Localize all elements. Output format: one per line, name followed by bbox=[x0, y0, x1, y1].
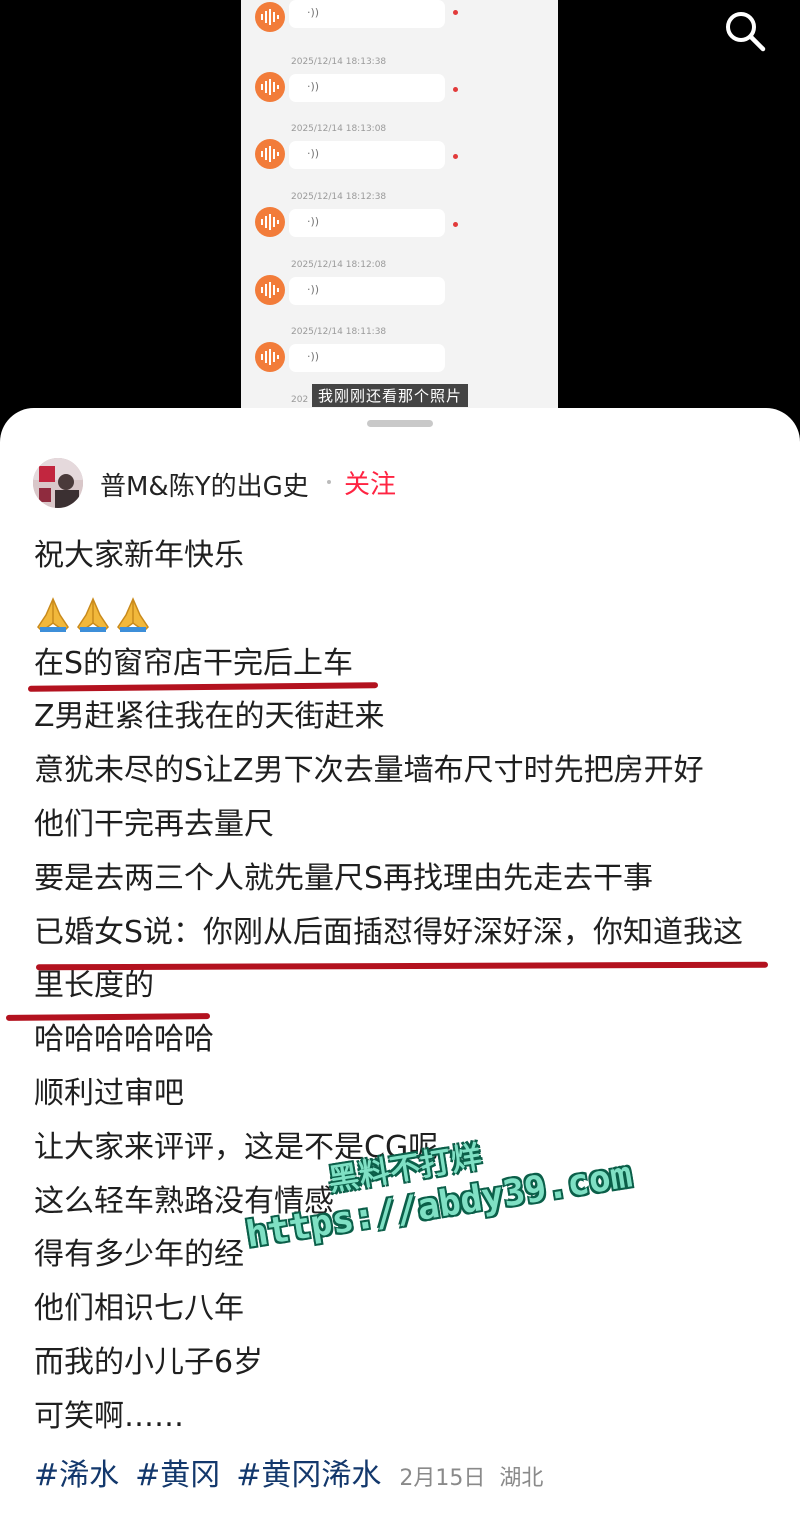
unread-dot bbox=[453, 222, 458, 227]
folded-hands-icon bbox=[117, 596, 149, 632]
voice-bubble[interactable]: ·)) bbox=[289, 277, 445, 305]
voice-bubble[interactable]: ·)) bbox=[289, 141, 445, 169]
post-line: 而我的小儿子6岁 bbox=[34, 1344, 264, 1380]
post-line: 哈哈哈哈哈哈 bbox=[34, 1022, 214, 1058]
embedded-chat-screenshot: ·)) 2025/12/14 18:13:38 ·)) 2025/12/14 1… bbox=[241, 0, 558, 410]
author-name[interactable]: 普M&陈Y的出G史 bbox=[100, 466, 309, 503]
post-line: 这么轻车熟路没有情感 bbox=[34, 1183, 334, 1219]
post-body: 祝大家新年快乐 在S的窗帘店干完后上车 Z男赶紧往我在的天街赶来 意犹未尽的S让… bbox=[34, 534, 774, 1449]
post-line: 祝大家新年快乐 bbox=[34, 538, 244, 573]
post-location: 湖北 bbox=[499, 1466, 544, 1491]
voice-message-icon bbox=[255, 207, 285, 237]
avatar-image bbox=[33, 458, 83, 508]
drag-handle[interactable] bbox=[367, 420, 433, 427]
post-line-emoji bbox=[34, 588, 774, 642]
voice-message: 2025/12/14 18:12:08 ·)) bbox=[241, 260, 558, 327]
message-timestamp: 2025/12/14 18:11:38 bbox=[291, 327, 387, 337]
voice-bubble[interactable]: ·)) bbox=[289, 209, 445, 237]
post-line: 顺利过审吧 bbox=[34, 1075, 184, 1111]
message-timestamp: 2025/12/14 18:13:08 bbox=[291, 124, 387, 134]
voice-message-icon bbox=[255, 139, 285, 169]
post-line: 他们干完再去量尺 bbox=[34, 806, 274, 842]
voice-message: 2025/12/14 18:13:08 ·)) bbox=[241, 124, 558, 191]
post-footer: #浠水 #黄冈 #黄冈浠水 2月15日 湖北 bbox=[34, 1450, 555, 1494]
sound-wave-icon: ·)) bbox=[307, 147, 320, 160]
post-line: Z男赶紧往我在的天街赶来 bbox=[34, 699, 385, 735]
voice-message: 2025/12/14 18:13:38 ·)) bbox=[241, 57, 558, 124]
post-line: 意犹未尽的S让Z男下次去量墙布尺寸时先把房开好 bbox=[34, 753, 704, 789]
unread-dot bbox=[453, 87, 458, 92]
separator-dot bbox=[327, 480, 331, 484]
sound-wave-icon: ·)) bbox=[307, 283, 320, 296]
video-subtitle: 我刚刚还看那个照片 bbox=[312, 384, 469, 407]
unread-dot bbox=[453, 10, 458, 15]
hashtag[interactable]: #浠水 bbox=[34, 1450, 119, 1494]
post-card: 普M&陈Y的出G史 关注 祝大家新年快乐 在S的窗帘店干完后上车 Z男赶紧往我在… bbox=[0, 408, 800, 1528]
voice-bubble[interactable]: ·)) bbox=[289, 344, 445, 372]
voice-message-icon bbox=[255, 342, 285, 372]
message-timestamp: 202 bbox=[291, 395, 309, 405]
follow-button[interactable]: 关注 bbox=[344, 464, 396, 501]
sound-wave-icon: ·)) bbox=[307, 215, 320, 228]
voice-message: ·)) bbox=[241, 0, 558, 61]
post-line: 让大家来评评，这是不是CG呢 bbox=[34, 1129, 439, 1165]
folded-hands-icon bbox=[77, 596, 109, 632]
unread-dot bbox=[453, 154, 458, 159]
hashtag[interactable]: #黄冈浠水 bbox=[236, 1450, 381, 1494]
post-line: 已婚女S说：你刚从后面插怼得好深好深，你知道我这 bbox=[34, 914, 744, 950]
voice-bubble[interactable]: ·)) bbox=[289, 0, 445, 28]
voice-message-icon bbox=[255, 275, 285, 305]
folded-hands-icon bbox=[37, 596, 69, 632]
hashtag[interactable]: #黄冈 bbox=[135, 1450, 220, 1494]
search-button[interactable] bbox=[720, 6, 770, 56]
voice-message-icon bbox=[255, 2, 285, 32]
message-timestamp: 2025/12/14 18:13:38 bbox=[291, 57, 387, 67]
post-line: 得有多少年的经 bbox=[34, 1237, 244, 1273]
post-date: 2月15日 bbox=[399, 1466, 486, 1491]
sound-wave-icon: ·)) bbox=[307, 350, 320, 363]
message-timestamp: 2025/12/14 18:12:08 bbox=[291, 260, 387, 270]
post-line: 他们相识七八年 bbox=[34, 1291, 244, 1327]
voice-message-icon bbox=[255, 72, 285, 102]
post-line: 可笑啊…… bbox=[34, 1398, 184, 1434]
voice-message: 2025/12/14 18:12:38 ·)) bbox=[241, 192, 558, 259]
message-timestamp: 2025/12/14 18:12:38 bbox=[291, 192, 387, 202]
avatar[interactable] bbox=[33, 458, 83, 508]
search-icon bbox=[726, 12, 766, 52]
post-line: 里长度的 bbox=[34, 968, 154, 1004]
sound-wave-icon: ·)) bbox=[307, 80, 320, 93]
post-line: 要是去两三个人就先量尺S再找理由先走去干事 bbox=[34, 860, 654, 896]
sound-wave-icon: ·)) bbox=[307, 6, 320, 19]
voice-bubble[interactable]: ·)) bbox=[289, 74, 445, 102]
media-viewer[interactable]: ·)) 2025/12/14 18:13:38 ·)) 2025/12/14 1… bbox=[0, 0, 800, 430]
